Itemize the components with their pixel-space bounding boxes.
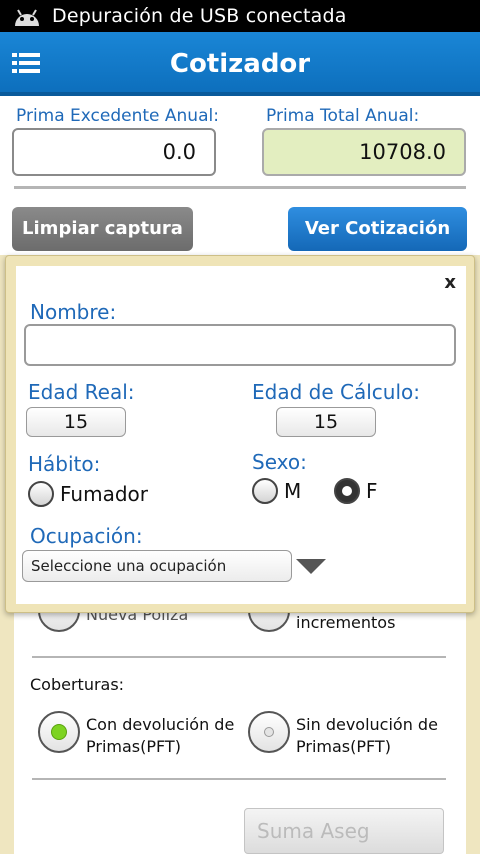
sexo-m-radio[interactable]: [252, 478, 278, 504]
divider-2: [32, 778, 446, 780]
sexo-m-label: M: [284, 479, 302, 503]
prima-total-label: Prima Total Anual:: [266, 106, 420, 126]
datos-asegurado-modal: x Nombre: Edad Real: 15 Edad de Cálculo:…: [5, 255, 475, 613]
nombre-label: Nombre:: [30, 300, 117, 324]
header-divider: [14, 186, 466, 189]
prima-total-field: 10708.0: [262, 128, 466, 176]
prima-excedente-field[interactable]: 0.0: [12, 128, 216, 176]
sin-devolucion-label: Sin devolución de Primas(PFT): [296, 715, 438, 756]
view-quote-button[interactable]: Ver Cotización: [288, 207, 467, 251]
nombre-input[interactable]: [24, 324, 456, 366]
sin-devolucion-radio[interactable]: [248, 711, 290, 753]
app-title: Cotizador: [169, 49, 311, 79]
divider-1: [32, 656, 446, 658]
edad-calculo-label: Edad de Cálculo:: [252, 380, 420, 404]
prima-excedente-label: Prima Excedente Anual:: [16, 106, 219, 126]
usb-debug-status: Depuración de USB conectada: [52, 5, 347, 27]
android-icon: [15, 9, 39, 26]
habito-label: Hábito:: [28, 452, 101, 476]
ocupacion-label: Ocupación:: [30, 524, 143, 548]
clear-button[interactable]: Limpiar captura: [12, 207, 193, 251]
coberturas-label: Coberturas:: [30, 675, 125, 694]
status-bar: Depuración de USB conectada: [0, 0, 480, 32]
incrementos-label: incrementos: [296, 613, 396, 632]
modal-content: x Nombre: Edad Real: 15 Edad de Cálculo:…: [16, 266, 466, 604]
app-bar: Cotizador: [0, 32, 480, 96]
sexo-f-radio[interactable]: [334, 478, 360, 504]
close-icon[interactable]: x: [444, 272, 456, 293]
edad-real-field[interactable]: 15: [26, 407, 126, 437]
ocupacion-select[interactable]: Seleccione una ocupación: [22, 550, 292, 582]
con-devolucion-label: Con devolución de Primas(PFT): [86, 715, 235, 756]
edad-real-label: Edad Real:: [28, 380, 135, 404]
con-devolucion-radio[interactable]: [38, 711, 80, 753]
chevron-down-icon[interactable]: [296, 559, 326, 574]
sexo-label: Sexo:: [252, 450, 307, 474]
fumador-radio[interactable]: [28, 481, 54, 507]
edad-calculo-field: 15: [276, 407, 376, 437]
sexo-f-label: F: [366, 479, 378, 503]
fumador-label: Fumador: [60, 482, 148, 506]
suma-asegurada-button[interactable]: Suma Aseg: [244, 808, 444, 854]
